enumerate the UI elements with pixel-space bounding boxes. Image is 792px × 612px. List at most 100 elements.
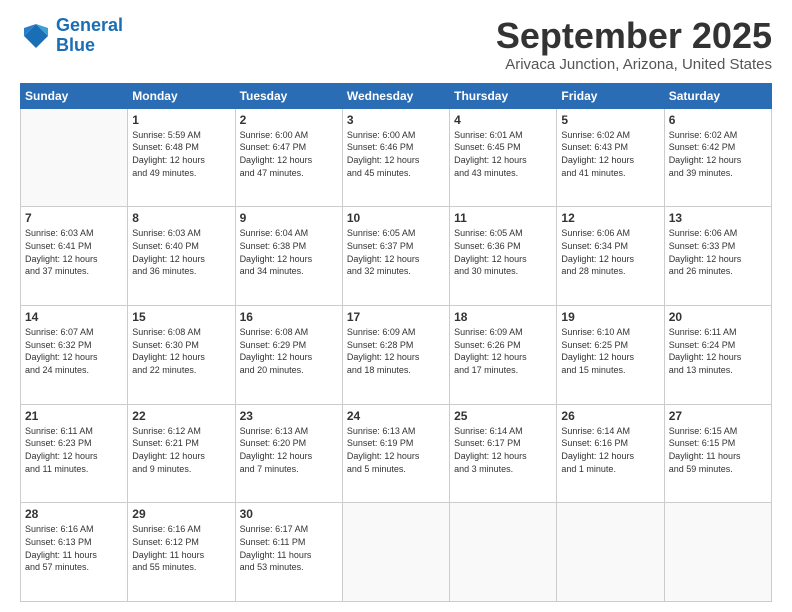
day-number: 7 (25, 210, 123, 226)
day-info: Sunrise: 6:08 AM Sunset: 6:29 PM Dayligh… (240, 326, 338, 376)
day-number: 11 (454, 210, 552, 226)
calendar-cell: 18Sunrise: 6:09 AM Sunset: 6:26 PM Dayli… (450, 305, 557, 404)
calendar-cell: 25Sunrise: 6:14 AM Sunset: 6:17 PM Dayli… (450, 404, 557, 503)
day-number: 21 (25, 408, 123, 424)
day-number: 29 (132, 506, 230, 522)
calendar-week-row: 1Sunrise: 5:59 AM Sunset: 6:48 PM Daylig… (21, 108, 772, 207)
calendar-cell: 8Sunrise: 6:03 AM Sunset: 6:40 PM Daylig… (128, 207, 235, 306)
calendar-header-row: SundayMondayTuesdayWednesdayThursdayFrid… (21, 83, 772, 108)
calendar-week-row: 14Sunrise: 6:07 AM Sunset: 6:32 PM Dayli… (21, 305, 772, 404)
day-info: Sunrise: 6:02 AM Sunset: 6:42 PM Dayligh… (669, 129, 767, 179)
calendar-cell: 17Sunrise: 6:09 AM Sunset: 6:28 PM Dayli… (342, 305, 449, 404)
day-number: 12 (561, 210, 659, 226)
weekday-header: Thursday (450, 83, 557, 108)
day-number: 28 (25, 506, 123, 522)
location-title: Arivaca Junction, Arizona, United States (496, 56, 772, 73)
day-info: Sunrise: 6:13 AM Sunset: 6:20 PM Dayligh… (240, 425, 338, 475)
day-number: 15 (132, 309, 230, 325)
logo-icon (20, 20, 52, 52)
day-info: Sunrise: 6:08 AM Sunset: 6:30 PM Dayligh… (132, 326, 230, 376)
day-number: 14 (25, 309, 123, 325)
weekday-header: Saturday (664, 83, 771, 108)
day-info: Sunrise: 6:09 AM Sunset: 6:28 PM Dayligh… (347, 326, 445, 376)
day-number: 30 (240, 506, 338, 522)
day-number: 9 (240, 210, 338, 226)
title-block: September 2025 Arivaca Junction, Arizona… (496, 16, 772, 73)
logo-line2: Blue (56, 35, 95, 55)
calendar-cell (664, 503, 771, 602)
day-number: 26 (561, 408, 659, 424)
day-info: Sunrise: 6:17 AM Sunset: 6:11 PM Dayligh… (240, 523, 338, 573)
day-info: Sunrise: 6:02 AM Sunset: 6:43 PM Dayligh… (561, 129, 659, 179)
calendar-cell: 20Sunrise: 6:11 AM Sunset: 6:24 PM Dayli… (664, 305, 771, 404)
day-number: 22 (132, 408, 230, 424)
calendar-cell: 26Sunrise: 6:14 AM Sunset: 6:16 PM Dayli… (557, 404, 664, 503)
calendar-cell: 7Sunrise: 6:03 AM Sunset: 6:41 PM Daylig… (21, 207, 128, 306)
day-number: 20 (669, 309, 767, 325)
day-number: 10 (347, 210, 445, 226)
day-info: Sunrise: 6:13 AM Sunset: 6:19 PM Dayligh… (347, 425, 445, 475)
day-info: Sunrise: 6:14 AM Sunset: 6:17 PM Dayligh… (454, 425, 552, 475)
day-info: Sunrise: 6:01 AM Sunset: 6:45 PM Dayligh… (454, 129, 552, 179)
calendar-cell: 3Sunrise: 6:00 AM Sunset: 6:46 PM Daylig… (342, 108, 449, 207)
day-number: 13 (669, 210, 767, 226)
day-info: Sunrise: 6:04 AM Sunset: 6:38 PM Dayligh… (240, 227, 338, 277)
calendar-cell: 6Sunrise: 6:02 AM Sunset: 6:42 PM Daylig… (664, 108, 771, 207)
calendar-cell: 9Sunrise: 6:04 AM Sunset: 6:38 PM Daylig… (235, 207, 342, 306)
day-number: 6 (669, 112, 767, 128)
weekday-header: Tuesday (235, 83, 342, 108)
calendar-cell: 4Sunrise: 6:01 AM Sunset: 6:45 PM Daylig… (450, 108, 557, 207)
calendar-cell: 10Sunrise: 6:05 AM Sunset: 6:37 PM Dayli… (342, 207, 449, 306)
day-number: 18 (454, 309, 552, 325)
day-number: 2 (240, 112, 338, 128)
calendar-cell: 15Sunrise: 6:08 AM Sunset: 6:30 PM Dayli… (128, 305, 235, 404)
calendar-cell: 2Sunrise: 6:00 AM Sunset: 6:47 PM Daylig… (235, 108, 342, 207)
day-info: Sunrise: 6:09 AM Sunset: 6:26 PM Dayligh… (454, 326, 552, 376)
calendar-cell: 16Sunrise: 6:08 AM Sunset: 6:29 PM Dayli… (235, 305, 342, 404)
day-number: 25 (454, 408, 552, 424)
day-info: Sunrise: 6:03 AM Sunset: 6:40 PM Dayligh… (132, 227, 230, 277)
weekday-header: Monday (128, 83, 235, 108)
day-number: 23 (240, 408, 338, 424)
day-info: Sunrise: 6:06 AM Sunset: 6:33 PM Dayligh… (669, 227, 767, 277)
calendar-week-row: 21Sunrise: 6:11 AM Sunset: 6:23 PM Dayli… (21, 404, 772, 503)
day-info: Sunrise: 6:12 AM Sunset: 6:21 PM Dayligh… (132, 425, 230, 475)
day-info: Sunrise: 6:16 AM Sunset: 6:12 PM Dayligh… (132, 523, 230, 573)
calendar-cell: 21Sunrise: 6:11 AM Sunset: 6:23 PM Dayli… (21, 404, 128, 503)
calendar-cell: 19Sunrise: 6:10 AM Sunset: 6:25 PM Dayli… (557, 305, 664, 404)
calendar-cell: 5Sunrise: 6:02 AM Sunset: 6:43 PM Daylig… (557, 108, 664, 207)
day-info: Sunrise: 6:03 AM Sunset: 6:41 PM Dayligh… (25, 227, 123, 277)
calendar-cell: 12Sunrise: 6:06 AM Sunset: 6:34 PM Dayli… (557, 207, 664, 306)
day-number: 16 (240, 309, 338, 325)
weekday-header: Wednesday (342, 83, 449, 108)
day-number: 1 (132, 112, 230, 128)
calendar-cell: 11Sunrise: 6:05 AM Sunset: 6:36 PM Dayli… (450, 207, 557, 306)
day-number: 3 (347, 112, 445, 128)
day-info: Sunrise: 5:59 AM Sunset: 6:48 PM Dayligh… (132, 129, 230, 179)
calendar-cell (21, 108, 128, 207)
calendar-cell: 1Sunrise: 5:59 AM Sunset: 6:48 PM Daylig… (128, 108, 235, 207)
day-info: Sunrise: 6:07 AM Sunset: 6:32 PM Dayligh… (25, 326, 123, 376)
weekday-header: Sunday (21, 83, 128, 108)
logo-line1: General (56, 15, 123, 35)
day-number: 19 (561, 309, 659, 325)
calendar-cell (450, 503, 557, 602)
day-info: Sunrise: 6:16 AM Sunset: 6:13 PM Dayligh… (25, 523, 123, 573)
logo: General Blue (20, 16, 123, 56)
calendar-cell (557, 503, 664, 602)
calendar-cell: 29Sunrise: 6:16 AM Sunset: 6:12 PM Dayli… (128, 503, 235, 602)
day-number: 27 (669, 408, 767, 424)
day-info: Sunrise: 6:11 AM Sunset: 6:24 PM Dayligh… (669, 326, 767, 376)
day-info: Sunrise: 6:00 AM Sunset: 6:47 PM Dayligh… (240, 129, 338, 179)
logo-text: General Blue (56, 16, 123, 56)
day-number: 8 (132, 210, 230, 226)
weekday-header: Friday (557, 83, 664, 108)
day-number: 4 (454, 112, 552, 128)
day-info: Sunrise: 6:05 AM Sunset: 6:36 PM Dayligh… (454, 227, 552, 277)
calendar-table: SundayMondayTuesdayWednesdayThursdayFrid… (20, 83, 772, 602)
calendar-cell: 24Sunrise: 6:13 AM Sunset: 6:19 PM Dayli… (342, 404, 449, 503)
day-number: 5 (561, 112, 659, 128)
calendar-cell: 27Sunrise: 6:15 AM Sunset: 6:15 PM Dayli… (664, 404, 771, 503)
page: General Blue September 2025 Arivaca Junc… (0, 0, 792, 612)
day-info: Sunrise: 6:14 AM Sunset: 6:16 PM Dayligh… (561, 425, 659, 475)
